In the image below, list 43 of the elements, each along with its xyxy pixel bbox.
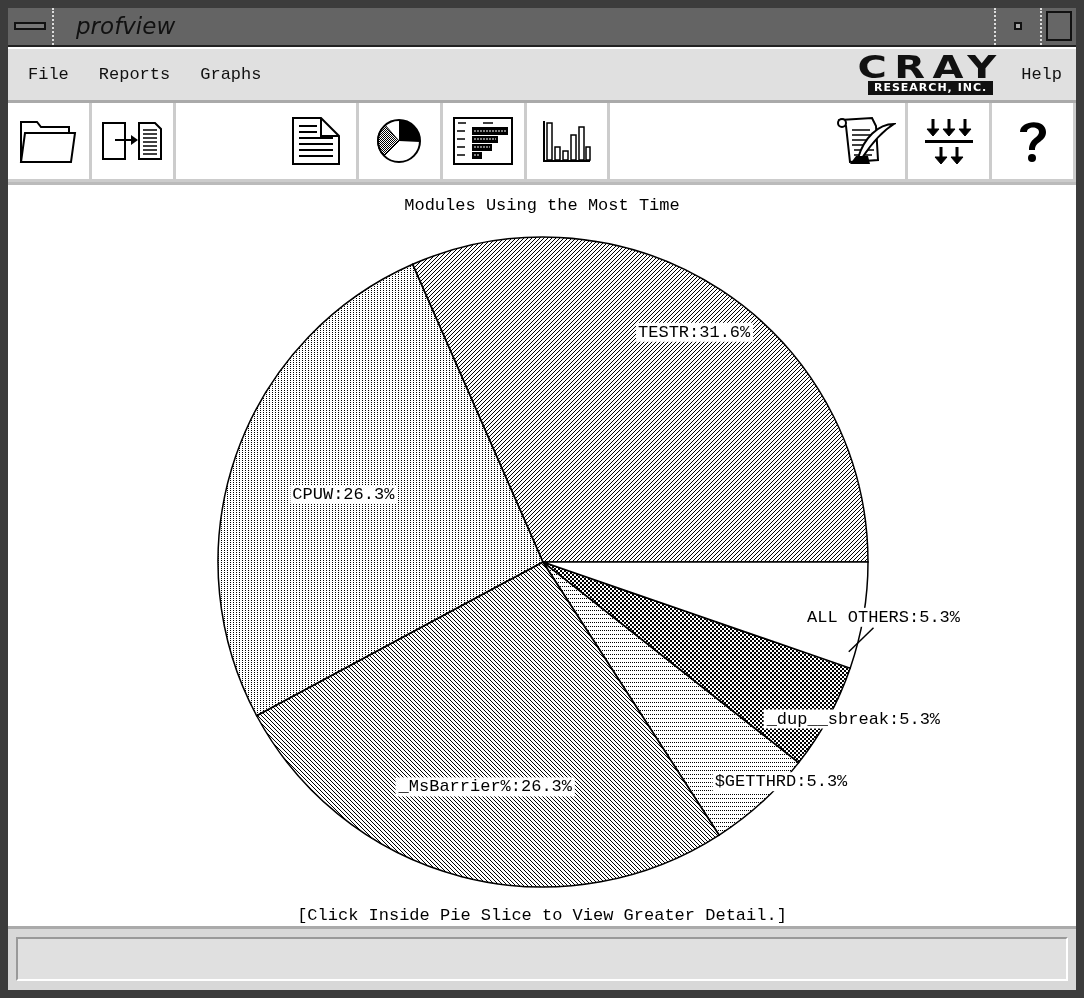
hint-text: [Click Inside Pie Slice to View Greater Detail.] bbox=[297, 906, 787, 927]
menu-item[interactable]: Reports bbox=[98, 63, 171, 86]
data-label: :31.6% bbox=[689, 323, 752, 343]
toolbar-button[interactable] bbox=[824, 103, 909, 183]
toolbar-button[interactable] bbox=[908, 103, 993, 183]
data-label: :26.3% bbox=[333, 485, 396, 505]
toolbar-button[interactable] bbox=[359, 103, 443, 183]
slice-label: CPUW:26.3% bbox=[290, 485, 398, 505]
toolbar-button[interactable] bbox=[442, 103, 527, 183]
window-menu-icon[interactable] bbox=[14, 22, 46, 31]
slice-label: _dup__sbreak:5.3% bbox=[763, 709, 943, 729]
toolbar-button[interactable] bbox=[91, 103, 176, 183]
bar-chart-icon bbox=[541, 119, 592, 164]
toolbar-button[interactable] bbox=[275, 103, 359, 183]
window-title: profview bbox=[76, 13, 176, 40]
pie-slice[interactable] bbox=[411, 236, 869, 564]
table-chart-icon bbox=[453, 117, 514, 166]
chart-title: Modules Using the Most Time bbox=[404, 196, 680, 217]
scroll-quill-icon bbox=[834, 116, 897, 167]
document-icon bbox=[290, 116, 341, 167]
down-arrows-icon bbox=[922, 117, 975, 166]
data-label: :5.3% bbox=[796, 772, 849, 792]
minimize-icon[interactable] bbox=[1014, 22, 1022, 31]
toolbar-button[interactable] bbox=[526, 103, 611, 183]
toolbar-button[interactable] bbox=[992, 103, 1076, 183]
data-label: :5.3% bbox=[889, 709, 941, 729]
logo-wordmark: CRAY bbox=[857, 54, 1004, 80]
menu-item[interactable]: Help bbox=[1021, 63, 1062, 86]
menu-item[interactable]: Graphs bbox=[200, 63, 262, 86]
data-label: :26.3% bbox=[510, 777, 573, 797]
pie-chart-icon bbox=[376, 118, 423, 165]
maximize-icon[interactable] bbox=[1046, 11, 1072, 42]
slice-label: _MsBarrier%:26.3% bbox=[395, 777, 575, 797]
menu-item[interactable]: File bbox=[28, 63, 69, 86]
data-label: :5.3% bbox=[909, 608, 961, 628]
import-icon bbox=[101, 121, 164, 162]
pie-slice[interactable] bbox=[217, 263, 544, 717]
logo-subtitle: RESEARCH, INC. bbox=[867, 81, 994, 95]
slice-label: ALL OTHERS:5.3% bbox=[805, 608, 963, 628]
folder-icon bbox=[19, 118, 78, 165]
slice-label: TESTR:31.6% bbox=[636, 323, 754, 343]
toolbar-button[interactable] bbox=[8, 103, 92, 183]
leader-line bbox=[848, 627, 875, 653]
